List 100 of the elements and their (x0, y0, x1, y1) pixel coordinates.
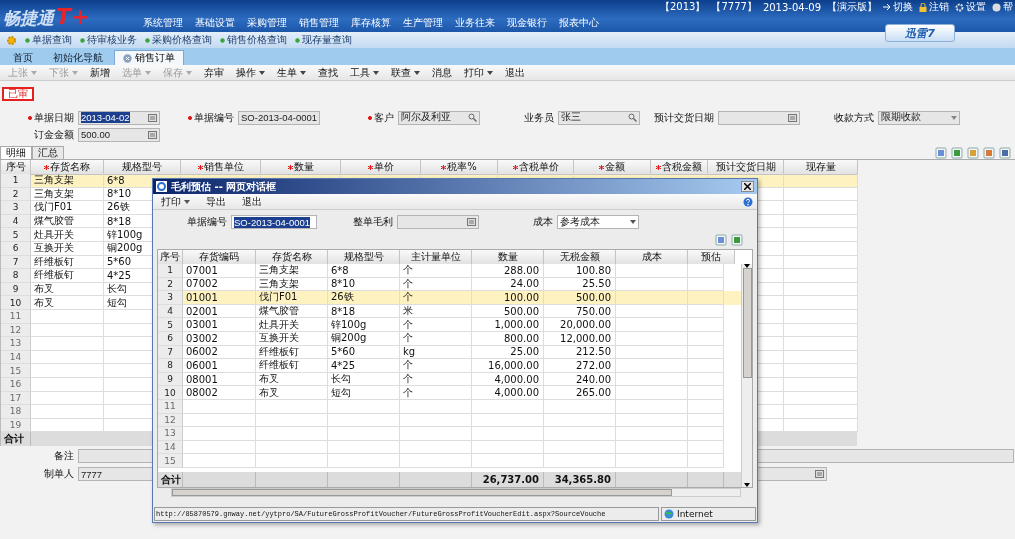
copy-icon[interactable] (715, 234, 727, 246)
tab[interactable]: 首页 (4, 50, 42, 65)
tab[interactable]: 初始化导航 (44, 50, 112, 65)
menu-button[interactable]: 导出 (202, 194, 234, 209)
menu-item[interactable]: 采购管理 (247, 16, 299, 30)
input-field[interactable]: 限期收款 (878, 110, 960, 125)
info-text: 【7777】 (711, 0, 757, 14)
caret-icon (31, 70, 37, 75)
help-icon[interactable] (743, 196, 753, 207)
toolbar-button[interactable]: 联查 (387, 65, 428, 80)
table-cell (328, 454, 400, 468)
toolbar-button[interactable]: 退出 (501, 65, 533, 80)
calendar-icon[interactable] (148, 130, 157, 139)
vertical-scrollbar[interactable] (741, 264, 752, 487)
download-badge[interactable]: 迅雷7 (885, 24, 955, 42)
menu-item[interactable]: 基础设置 (195, 16, 247, 30)
logo: 畅捷通T+ (2, 3, 91, 31)
table-cell: 个 (400, 331, 472, 346)
field-label: 客户 (367, 110, 394, 125)
table-cell (256, 399, 328, 414)
tab[interactable]: 明细 (0, 146, 32, 159)
quick-link[interactable]: 销售价格查询 (220, 33, 287, 47)
table-cell (616, 359, 688, 373)
menu-item[interactable]: 报表中心 (559, 16, 611, 30)
dot-icon (145, 37, 150, 43)
toolbar-button[interactable]: 消息 (428, 65, 460, 80)
lock-icon (919, 2, 927, 12)
caret-icon (184, 199, 190, 204)
header-link[interactable]: 帮 (992, 0, 1013, 14)
tab[interactable]: 汇总 (32, 146, 64, 159)
table-cell (688, 454, 724, 468)
table-cell: 4*25 (328, 359, 400, 373)
header-link[interactable]: 注销 (919, 0, 949, 14)
toolbar-button[interactable]: 工具 (346, 65, 387, 80)
input-field[interactable]: 2013-04-02 (78, 110, 160, 125)
quick-link[interactable]: 采购价格查询 (145, 33, 212, 47)
table-cell: 伐门F01 (256, 291, 328, 305)
table-cell (472, 399, 544, 414)
quick-link[interactable]: 单据查询 (25, 33, 72, 47)
table-cell: 12,000.00 (544, 331, 616, 346)
table-cell: 26铁 (328, 291, 400, 305)
table-cell: 6*8 (328, 264, 400, 278)
horizontal-scrollbar[interactable] (171, 488, 741, 497)
table-cell: 4,000.00 (472, 386, 544, 400)
table-cell: 16,000.00 (472, 359, 544, 373)
input-field[interactable]: SO-2013-04-0001 (238, 110, 320, 125)
column-header: 金额 (574, 160, 651, 175)
gear-icon[interactable] (6, 34, 17, 46)
close-icon[interactable] (123, 53, 132, 63)
input-field[interactable]: 张三 (558, 110, 640, 125)
field-label: 预计交货日期 (654, 110, 714, 125)
column-header: 税率% (421, 160, 498, 175)
zone-label: Internet (677, 509, 713, 519)
input-field[interactable] (718, 110, 800, 125)
calendar-icon[interactable] (788, 113, 797, 122)
caret-icon (487, 70, 493, 75)
header-link[interactable]: 切换 (883, 0, 913, 14)
quick-link[interactable]: 待审核业务 (80, 33, 137, 47)
table-cell (688, 318, 724, 332)
menu-item[interactable]: 销售管理 (299, 16, 351, 30)
table-row[interactable]: 3 01001 伐门F01 26铁 个 100.00 500.00 (158, 291, 741, 305)
dot-icon (25, 37, 30, 43)
menu-item[interactable]: 库存核算 (351, 16, 403, 30)
spreadsheet-icon[interactable] (731, 234, 743, 246)
copy-icon[interactable] (935, 147, 947, 159)
toolbar-button[interactable]: 弃审 (200, 65, 232, 80)
menu-button[interactable]: 退出 (238, 194, 270, 209)
toolbar-button[interactable]: 新增 (86, 65, 118, 80)
row-number: 10 (1, 296, 31, 310)
input-field[interactable]: 阿尔及利亚 (398, 110, 480, 125)
toolbar-button[interactable]: 打印 (460, 65, 501, 80)
menu-item[interactable]: 现金银行 (507, 16, 559, 30)
quick-link[interactable]: 现存量查询 (295, 33, 352, 47)
tab[interactable]: 销售订单 (114, 50, 184, 65)
table-cell: 272.00 (544, 359, 616, 373)
field-label: 单据日期 (27, 110, 74, 125)
spreadsheet-icon[interactable] (951, 147, 963, 159)
info-text: 2013-04-09 (762, 1, 821, 13)
menu-item[interactable]: 生产管理 (403, 16, 455, 30)
input-field[interactable] (397, 215, 479, 229)
table-cell: 800.00 (472, 331, 544, 346)
toolbar-button[interactable]: 查找 (314, 65, 346, 80)
calendar-icon[interactable] (148, 113, 157, 122)
toolbar-button[interactable]: 操作 (232, 65, 273, 80)
close-button[interactable] (741, 181, 754, 192)
table-cell (616, 291, 688, 305)
header-link[interactable]: 设置 (955, 0, 986, 14)
table-cell (400, 399, 472, 414)
field-label: 备注 (54, 449, 74, 464)
table-cell: 纤维板钉 (31, 269, 104, 283)
calendar-icon[interactable] (815, 470, 824, 479)
input-field[interactable]: 500.00 (78, 127, 160, 142)
toolbar-button[interactable]: 生单 (273, 65, 314, 80)
menu-item[interactable]: 业务往来 (455, 16, 507, 30)
calendar-icon[interactable] (467, 218, 476, 226)
menu-item[interactable]: 系统管理 (143, 16, 195, 30)
required-asterisk-icon (656, 164, 661, 170)
dropdown[interactable]: 参考成本 (557, 215, 639, 229)
input-field[interactable]: SO-2013-04-0001 (231, 215, 317, 229)
row-number: 5 (1, 228, 31, 242)
